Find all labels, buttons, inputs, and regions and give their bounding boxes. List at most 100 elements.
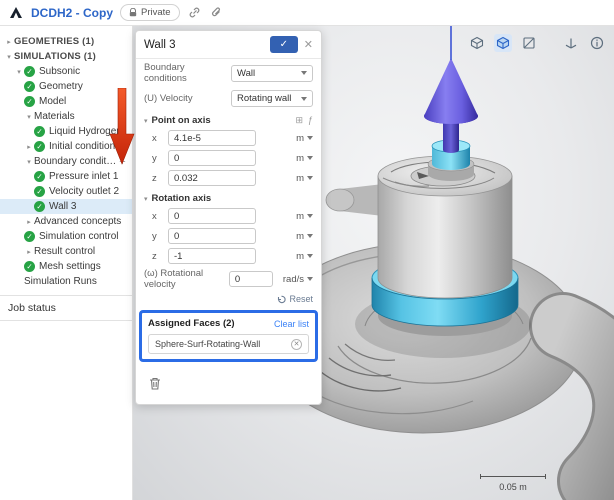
assigned-face-item[interactable]: Sphere-Surf-Rotating-Wall ✕ xyxy=(148,334,309,354)
close-icon[interactable]: ✕ xyxy=(304,38,313,51)
axis-x-row: x m xyxy=(136,206,321,226)
boundary-conditions-label: Boundary conditions xyxy=(144,62,231,84)
rotational-velocity-unit-select[interactable]: rad/s xyxy=(283,274,313,285)
chevron-icon[interactable]: ▸ xyxy=(24,248,34,256)
scale-bar: 0.05 m xyxy=(480,474,546,492)
velocity-label: (U) Velocity xyxy=(144,93,231,104)
point-x-input[interactable] xyxy=(168,130,256,146)
chevron-down-icon xyxy=(307,254,313,258)
chevron-down-icon xyxy=(307,234,313,238)
axis-z-unit-select[interactable]: m xyxy=(296,251,313,262)
tree-item-label: Simulation control xyxy=(39,231,118,242)
tree-item-label: Liquid Hydrogen xyxy=(49,126,122,137)
assigned-faces-title: Assigned Faces (2) xyxy=(148,318,235,329)
point-z-unit-select[interactable]: m xyxy=(296,173,313,184)
chevron-icon[interactable]: ▸ xyxy=(4,38,14,46)
axis-x-input[interactable] xyxy=(168,208,256,224)
tree-item-simulation-control[interactable]: ✓ Simulation control xyxy=(0,229,132,244)
job-status-header[interactable]: Job status xyxy=(0,295,132,321)
confirm-button[interactable]: ✓ xyxy=(270,36,298,53)
panel-header: Wall 3 ✓ ✕ xyxy=(136,31,321,59)
chevron-icon[interactable]: ▾ xyxy=(24,158,34,166)
section-view-icon[interactable] xyxy=(520,34,538,52)
chevron-down-icon xyxy=(307,176,313,180)
check-circle-icon: ✓ xyxy=(24,96,35,107)
sidebar: ▸ GEOMETRIES (1) ▾ SIMULATIONS (1) ▾ ✓ S… xyxy=(0,26,133,500)
assigned-faces-section annotation-highlight-box: Assigned Faces (2) Clear list Sphere-Sur… xyxy=(139,310,318,362)
check-circle-icon: ✓ xyxy=(24,231,35,242)
tree-item-initial-conditions[interactable]: ▸ ✓ Initial conditions xyxy=(0,139,132,154)
point-on-axis-header[interactable]: ▾ Point on axis ⊞ ƒ xyxy=(136,110,321,128)
tree-item-result-control[interactable]: ▸ Result control xyxy=(0,244,132,259)
tree-item-advanced-concepts[interactable]: ▸ Advanced concepts xyxy=(0,214,132,229)
chevron-icon[interactable]: ▾ xyxy=(14,68,24,76)
scale-bar-line xyxy=(480,474,546,479)
tree-item-model[interactable]: ✓ Model xyxy=(0,94,132,109)
remove-face-icon[interactable]: ✕ xyxy=(291,339,302,350)
shaded-view-icon[interactable] xyxy=(494,34,512,52)
panel-title: Wall 3 xyxy=(144,39,264,51)
point-z-input[interactable] xyxy=(168,170,256,186)
tree-item-velocity-outlet-2[interactable]: ✓ Velocity outlet 2 xyxy=(0,184,132,199)
tree-item-boundary-conditions[interactable]: ▾ Boundary conditions + xyxy=(0,154,132,169)
clear-list-link[interactable]: Clear list xyxy=(274,319,309,329)
info-icon[interactable] xyxy=(588,34,606,52)
render-mode-icon[interactable] xyxy=(468,34,486,52)
velocity-row: (U) Velocity Rotating wall xyxy=(136,87,321,110)
rotational-velocity-label: (ω) Rotational velocity xyxy=(144,268,223,290)
tree-item-pressure-inlet-1[interactable]: ✓ Pressure inlet 1 xyxy=(0,169,132,184)
tree-item-label: Simulation Runs xyxy=(24,276,97,287)
axes-icon[interactable] xyxy=(562,34,580,52)
tree-item-simulations-1[interactable]: ▾ SIMULATIONS (1) xyxy=(0,49,132,64)
assigned-faces-header: Assigned Faces (2) Clear list xyxy=(148,318,309,329)
lock-icon xyxy=(129,8,137,17)
point-x-unit-select[interactable]: m xyxy=(296,133,313,144)
point-y-input[interactable] xyxy=(168,150,256,166)
rotation-axis-header[interactable]: ▾ Rotation axis xyxy=(136,188,321,206)
axis-z-input[interactable] xyxy=(168,248,256,264)
tree-item-subsonic[interactable]: ▾ ✓ Subsonic xyxy=(0,64,132,79)
axis-x-unit-select[interactable]: m xyxy=(296,211,313,222)
chevron-icon[interactable]: ▾ xyxy=(24,113,34,121)
chevron-down-icon xyxy=(307,277,313,281)
rotational-velocity-input[interactable] xyxy=(229,271,273,287)
tree-item-label: Pressure inlet 1 xyxy=(49,171,118,182)
tree-item-materials[interactable]: ▾ Materials xyxy=(0,109,132,124)
project-title: DCDH2 - Copy xyxy=(31,6,113,20)
tree-item-liquid-hydrogen[interactable]: ✓ Liquid Hydrogen xyxy=(0,124,132,139)
tree-item-label: Geometry xyxy=(39,81,83,92)
tree-item-label: Advanced concepts xyxy=(34,216,121,227)
tree-item-label: Materials xyxy=(34,111,75,122)
tree-item-simulation-runs[interactable]: Simulation Runs xyxy=(0,274,132,289)
formula-icon[interactable]: ƒ xyxy=(308,115,313,126)
check-circle-icon: ✓ xyxy=(24,66,35,77)
chevron-icon[interactable]: ▾ xyxy=(4,53,14,61)
reset-link[interactable]: Reset xyxy=(136,292,321,308)
axis-y-input[interactable] xyxy=(168,228,256,244)
chevron-icon[interactable]: ▸ xyxy=(24,143,34,151)
share-link-icon[interactable] xyxy=(187,5,202,20)
tree-item-geometry[interactable]: ✓ Geometry xyxy=(0,79,132,94)
app-logo-icon xyxy=(8,5,24,21)
privacy-badge[interactable]: Private xyxy=(120,4,180,21)
velocity-select[interactable]: Rotating wall xyxy=(231,90,313,107)
simulation-tree: ▸ GEOMETRIES (1) ▾ SIMULATIONS (1) ▾ ✓ S… xyxy=(0,34,132,289)
add-button[interactable]: + xyxy=(117,156,128,168)
chevron-icon[interactable]: ▸ xyxy=(24,218,34,226)
tree-item-mesh-settings[interactable]: ✓ Mesh settings xyxy=(0,259,132,274)
boundary-conditions-row: Boundary conditions Wall xyxy=(136,59,321,87)
chevron-down-icon xyxy=(307,136,313,140)
panel-footer xyxy=(136,368,321,392)
point-y-unit-select[interactable]: m xyxy=(296,153,313,164)
boundary-conditions-select[interactable]: Wall xyxy=(231,65,313,82)
axis-y-unit-select[interactable]: m xyxy=(296,231,313,242)
paperclip-icon[interactable] xyxy=(209,5,224,20)
delete-trash-icon[interactable] xyxy=(146,374,164,392)
tree-item-wall-3[interactable]: ✓ Wall 3 xyxy=(0,199,132,214)
tree-item-label: SIMULATIONS (1) xyxy=(14,51,96,62)
scale-bar-label: 0.05 m xyxy=(480,482,546,492)
tree-item-geometries-1[interactable]: ▸ GEOMETRIES (1) xyxy=(0,34,132,49)
table-input-icon[interactable]: ⊞ xyxy=(295,115,303,126)
rotational-velocity-row: (ω) Rotational velocity rad/s xyxy=(136,266,321,292)
tree-item-label: Velocity outlet 2 xyxy=(49,186,119,197)
